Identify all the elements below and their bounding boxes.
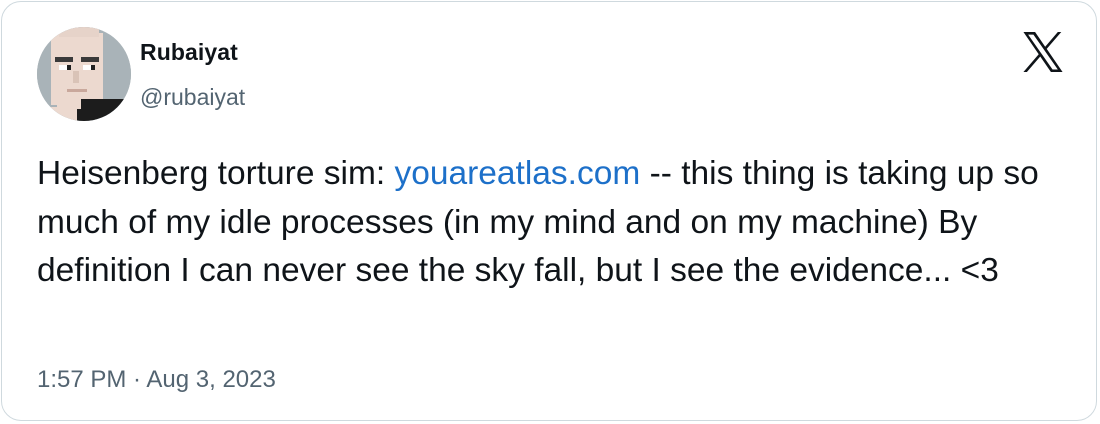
tweet-link[interactable]: youareatlas.com: [394, 155, 640, 192]
tweet-card: Rubaiyat @rubaiyat Heisenberg torture si…: [1, 1, 1097, 421]
author-handle[interactable]: @rubaiyat: [140, 84, 245, 111]
tweet-text: Heisenberg torture sim: youareatlas.com …: [37, 150, 1077, 296]
tweet-text-start: Heisenberg torture sim:: [37, 155, 395, 192]
avatar[interactable]: [37, 27, 131, 121]
x-logo-icon[interactable]: [1021, 32, 1065, 72]
pixel-face-avatar-icon: [37, 27, 131, 121]
author-name[interactable]: Rubaiyat: [140, 39, 238, 66]
tweet-timestamp[interactable]: 1:57 PM · Aug 3, 2023: [37, 366, 276, 394]
